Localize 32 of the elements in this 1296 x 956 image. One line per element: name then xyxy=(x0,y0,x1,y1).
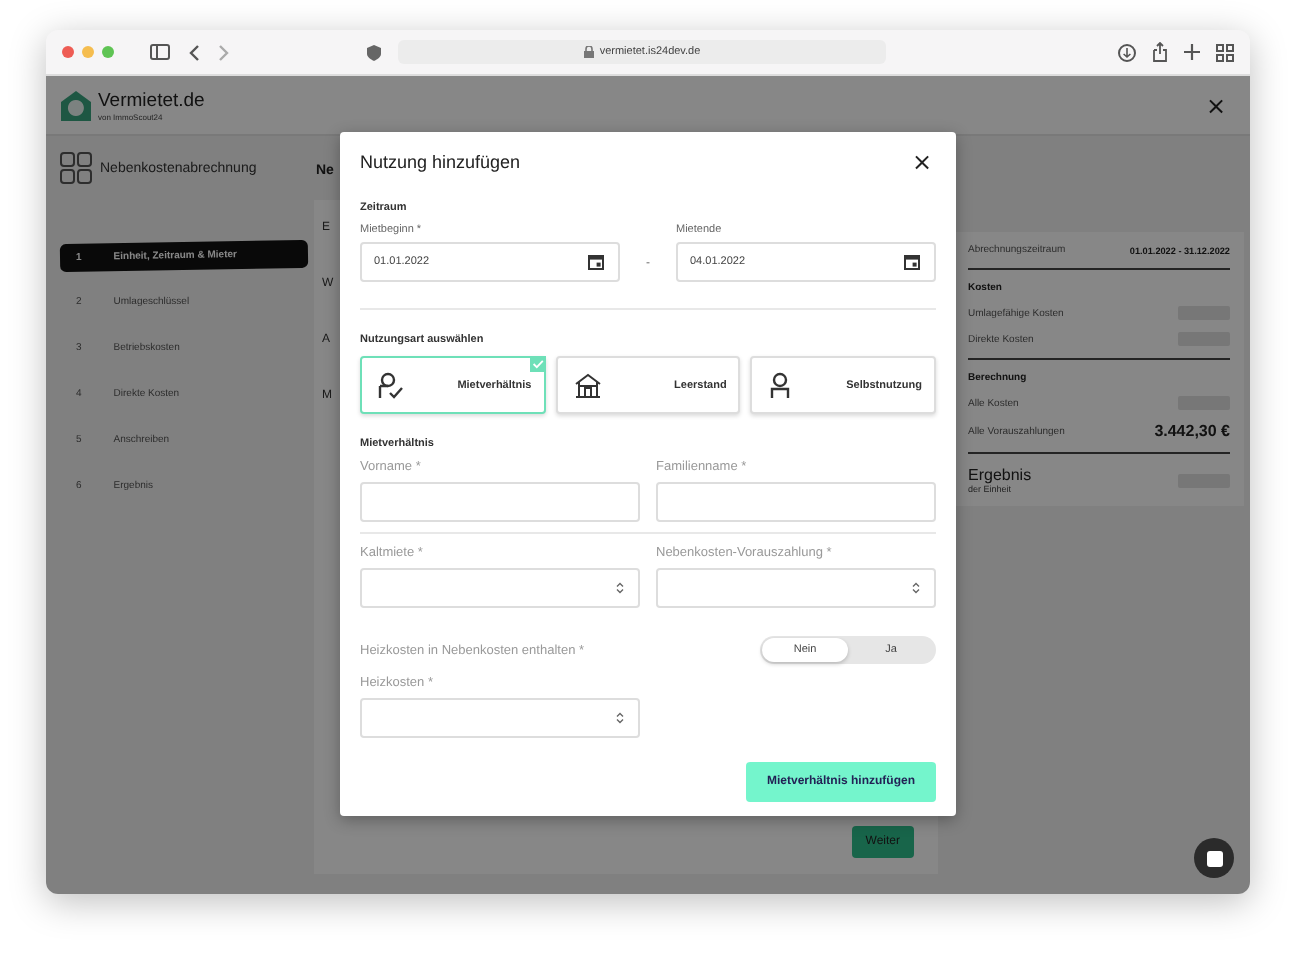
number-field[interactable] xyxy=(360,698,640,738)
number-field[interactable] xyxy=(656,568,936,608)
summary-value: 3.442,30 € xyxy=(1154,422,1230,440)
house-logo-icon xyxy=(60,89,92,121)
plus-icon xyxy=(1184,44,1200,60)
shield-icon xyxy=(366,43,382,61)
chat-icon xyxy=(1205,849,1223,867)
calendar-icon xyxy=(588,254,604,270)
person-check-icon xyxy=(378,371,406,399)
brand-name: Vermietet.de xyxy=(98,89,205,111)
text-field[interactable] xyxy=(360,482,640,522)
stepper-icon xyxy=(912,582,920,594)
text-field[interactable] xyxy=(656,482,936,522)
checkmark-icon xyxy=(529,356,546,372)
modal-title: Nutzung hinzufügen xyxy=(360,152,521,172)
house-icon xyxy=(573,371,602,399)
back-icon xyxy=(188,43,200,61)
close-button[interactable]: × xyxy=(1201,93,1230,117)
share-icon xyxy=(1152,42,1168,62)
result-title: Ergebnis xyxy=(968,466,1032,484)
grid-icon xyxy=(1216,43,1234,61)
number-field[interactable] xyxy=(360,568,640,608)
stepper-icon xyxy=(616,582,624,594)
sidebar-icon xyxy=(150,44,170,60)
chat-button[interactable] xyxy=(1194,838,1234,878)
download-icon xyxy=(1118,43,1136,61)
lock-icon xyxy=(583,46,594,58)
forward-icon xyxy=(218,43,230,61)
stepper-icon xyxy=(616,712,624,724)
calendar-icon xyxy=(904,254,920,270)
calculator-icon xyxy=(60,152,92,184)
close-button[interactable]: × xyxy=(907,150,936,174)
